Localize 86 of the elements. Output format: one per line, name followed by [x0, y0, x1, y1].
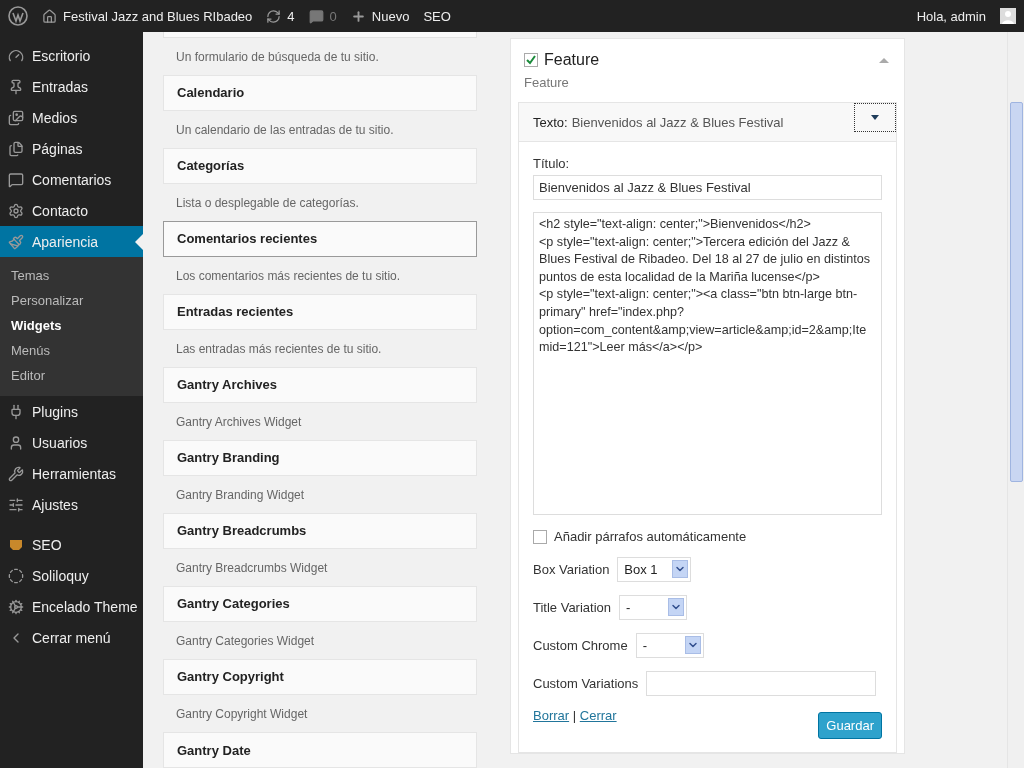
widget-description: Un calendario de las entradas de tu sitio. [175, 121, 395, 139]
pages-icon [8, 140, 24, 157]
menu-item[interactable]: Escritorio [0, 40, 143, 71]
dropdown[interactable]: - [635, 632, 704, 658]
widget-description: Lista o desplegable de categorías. [175, 194, 360, 212]
comment-icon [8, 171, 24, 188]
field-label: Custom Chrome [533, 637, 628, 653]
checkbox[interactable] [524, 53, 538, 67]
widget-card[interactable]: Gantry Archives [163, 366, 477, 403]
submenu-item[interactable]: Menús [0, 338, 143, 363]
menu-item[interactable]: Herramientas [0, 458, 143, 489]
widget-description: Un formulario de búsqueda de tu sitio. [175, 48, 380, 66]
widget-card[interactable]: Calendario [163, 74, 477, 111]
user-icon [8, 434, 24, 451]
menu-item[interactable]: Entradas [0, 71, 143, 102]
gauge-icon [8, 47, 24, 64]
home-icon [42, 8, 57, 24]
plug-icon [8, 403, 24, 420]
sliders-icon [8, 496, 24, 513]
wordpress-logo-icon[interactable] [8, 6, 28, 26]
seo-link[interactable]: SEO [423, 8, 451, 24]
dropdown[interactable]: - [619, 594, 688, 620]
field-label: Título: [533, 156, 571, 171]
field-label: Title Variation [533, 599, 612, 615]
widget-title: Bienvenidos al Jazz & Blues Festival [571, 114, 785, 130]
widget-description: Gantry Archives Widget [175, 413, 303, 431]
widget-description: Los comentarios más recientes de tu sitio. [175, 267, 402, 285]
gear-icon [8, 202, 24, 219]
widget-card[interactable]: Comentarios recientes [163, 220, 477, 257]
widget-card[interactable]: Gantry Breadcrumbs [163, 512, 477, 549]
wrench-icon [8, 465, 24, 482]
sidebar-description: Feature [523, 74, 570, 92]
submenu-item[interactable]: Temas [0, 263, 143, 288]
widget-card[interactable]: Gantry Date [163, 732, 477, 768]
comment-icon[interactable] [308, 8, 324, 24]
menu-item[interactable]: Soliloquy [0, 560, 143, 591]
plus-icon[interactable] [350, 8, 366, 24]
comments-count[interactable]: 0 [329, 8, 337, 24]
scrollbar[interactable] [1007, 32, 1024, 768]
field-label: Box Variation [533, 561, 610, 577]
dropdown[interactable]: Box 1 [617, 556, 691, 582]
text-field[interactable] [646, 670, 877, 696]
menu-item[interactable]: Encelado Theme [0, 591, 143, 622]
menu-item[interactable]: Comentarios [0, 164, 143, 195]
refresh-icon[interactable] [266, 8, 282, 24]
widget-card[interactable]: Gantry Copyright [163, 658, 477, 695]
menu-item[interactable]: Medios [0, 102, 143, 133]
menu-item[interactable]: Apariencia [0, 226, 143, 257]
widget-card[interactable]: Gantry Branding [163, 439, 477, 476]
close-link[interactable]: Cerrar [579, 708, 617, 723]
field-label: Custom Variations [533, 675, 639, 691]
images-icon [8, 109, 24, 126]
menu-item[interactable]: SEO [0, 529, 143, 560]
widget-description: Gantry Categories Widget [175, 632, 316, 650]
widget-card[interactable]: Entradas recientes [163, 293, 477, 330]
widget-card[interactable]: Categorías [163, 147, 477, 184]
checkbox-label: Añadir párrafos automáticamente [554, 529, 747, 544]
menu-item[interactable]: Contacto [0, 195, 143, 226]
title-field[interactable]: Bienvenidos al Jazz & Blues Festival [533, 175, 882, 200]
toggle-button[interactable] [854, 102, 896, 132]
menu-item[interactable]: Usuarios [0, 427, 143, 458]
widget-description: Gantry Copyright Widget [175, 706, 309, 723]
menu-item[interactable]: Cerrar menú [0, 622, 143, 653]
widget-description: Gantry Breadcrumbs Widget [175, 559, 329, 577]
menu-item[interactable]: Páginas [0, 133, 143, 164]
widget-card[interactable]: Gantry Categories [163, 585, 477, 622]
checkbox[interactable] [533, 529, 547, 544]
sidebar-title: Feature [544, 51, 601, 69]
brush-icon [8, 233, 24, 250]
widget-description: Gantry Branding Widget [175, 486, 306, 504]
widget-type: Texto: [533, 114, 568, 130]
delete-link[interactable]: Borrar [533, 708, 570, 723]
ring-icon [8, 567, 24, 584]
new-link[interactable]: Nuevo [371, 8, 410, 24]
submenu-item[interactable]: Personalizar [0, 288, 143, 313]
separator: | [572, 708, 577, 723]
submenu-item[interactable]: Widgets [0, 313, 143, 338]
content-field[interactable]: <h2 style="text-align: center;">Bienvenidos</h2> <p style="text-align: center;">Tercera edición del Jazz & Blues Festival de Ribadeo. Del 18 al 27 de julio en distintos puntos de esta localidad de la Mariña lucense</p> <p style="text-align: center;"><a class="btn btn-large btn-primary" href="index.php?option=com_content&amp;view=article&amp;id=2&amp;Itemid=121">Leer más</a></p> [533, 212, 882, 515]
updates-count[interactable]: 4 [287, 8, 295, 24]
widget-description: Las entradas más recientes de tu sitio. [175, 340, 383, 358]
submenu-item[interactable]: Editor [0, 363, 143, 388]
menu-item[interactable]: Ajustes [0, 489, 143, 520]
pin-icon [8, 78, 24, 95]
cog-icon [8, 598, 24, 615]
greeting-link[interactable]: Hola, admin [916, 8, 986, 24]
menu-item[interactable]: Plugins [0, 396, 143, 427]
